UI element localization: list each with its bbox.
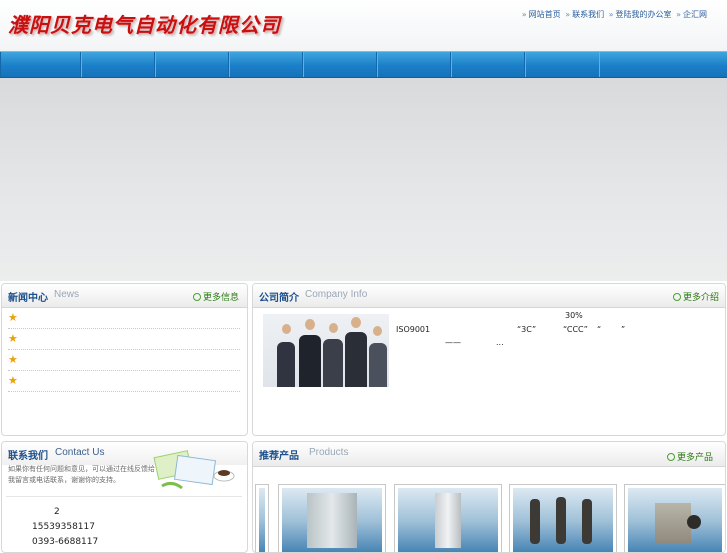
- news-subtitle: News: [54, 289, 80, 300]
- news-item[interactable]: ★: [8, 329, 240, 350]
- photo-head: [305, 319, 315, 330]
- link-separator: »: [565, 10, 571, 19]
- more-circle-icon: [672, 293, 681, 301]
- product-thumb[interactable]: [624, 484, 725, 552]
- star-icon: ★: [8, 332, 18, 345]
- photo-head: [351, 317, 361, 328]
- products-more-label: 更多产品: [676, 453, 713, 463]
- news-panel: 新闻中心 News 更多信息 ★ ★ ★ ★: [1, 283, 248, 436]
- link-separator: »: [608, 10, 614, 19]
- photo-person: [345, 332, 367, 387]
- insulator-graphic: [556, 497, 566, 544]
- nav-item[interactable]: [80, 52, 156, 77]
- star-icon: ★: [8, 353, 18, 366]
- photo-head: [373, 326, 382, 336]
- contact-title: 联系我们: [8, 451, 48, 462]
- news-item[interactable]: ★: [8, 308, 240, 329]
- star-icon: ★: [8, 374, 18, 387]
- link-qihui[interactable]: 企汇网: [683, 10, 707, 19]
- product-thumb[interactable]: [278, 484, 386, 552]
- news-title: 新闻中心: [8, 293, 48, 304]
- company-more-link[interactable]: 更多介绍: [672, 290, 719, 303]
- product-thumb[interactable]: [255, 484, 269, 552]
- link-separator: »: [676, 10, 681, 19]
- transformer-graphic: [687, 515, 701, 529]
- nav-item[interactable]: [0, 52, 82, 77]
- nav-item[interactable]: [302, 52, 378, 77]
- company-photo: [263, 314, 389, 387]
- link-home[interactable]: 网站首页: [529, 10, 561, 19]
- news-item[interactable]: ★: [8, 371, 240, 392]
- link-office[interactable]: 登陆我的办公室: [616, 10, 672, 19]
- contact-tel: 0393-6688117: [32, 537, 99, 547]
- cabinet-graphic: [435, 493, 461, 548]
- more-circle-icon: [192, 293, 201, 301]
- nav-item[interactable]: [450, 52, 526, 77]
- products-more-link[interactable]: 更多产品: [666, 450, 713, 463]
- link-contact[interactable]: 联系我们: [572, 10, 604, 19]
- photo-person: [277, 342, 295, 387]
- contact-divider: [6, 496, 242, 497]
- company-title: 公司简介: [259, 293, 299, 304]
- products-title: 推荐产品: [259, 451, 299, 462]
- intro-text: 30%: [565, 311, 583, 320]
- nav-item[interactable]: [376, 52, 452, 77]
- news-more-link[interactable]: 更多信息: [192, 290, 239, 303]
- intro-text: ...: [496, 338, 504, 347]
- more-circle-icon: [666, 453, 675, 461]
- products-subtitle: Products: [309, 447, 349, 458]
- product-thumb[interactable]: [394, 484, 502, 552]
- photo-person: [369, 343, 387, 387]
- header: 濮阳贝克电气自动化有限公司 » 网站首页 » 联系我们 » 登陆我的办公室 » 企汇网: [0, 0, 727, 52]
- site-logo[interactable]: 濮阳贝克电气自动化有限公司: [8, 9, 281, 38]
- intro-text: “CCC”: [563, 325, 588, 334]
- company-header: 公司简介 Company Info 更多介绍: [253, 284, 725, 308]
- transformer-graphic: [655, 503, 691, 543]
- nav-item[interactable]: [228, 52, 304, 77]
- news-more-label: 更多信息: [202, 293, 239, 303]
- contact-subtitle: Contact Us: [55, 447, 105, 458]
- product-image: [259, 488, 265, 552]
- intro-text: ISO9001: [396, 325, 431, 334]
- intro-text: “3C”: [517, 325, 537, 334]
- contact-panel: 联系我们 Contact Us 如果你有任何问题和意见，可以通过在线反馈给我留言…: [1, 441, 248, 553]
- intro-text: “: [597, 325, 602, 334]
- photo-person: [299, 335, 321, 387]
- intro-text: ”: [621, 325, 626, 334]
- photo-person: [323, 339, 343, 387]
- contact-line: 2: [54, 507, 60, 517]
- top-links: » 网站首页 » 联系我们 » 登陆我的办公室 » 企汇网: [520, 9, 707, 20]
- contact-phone: 15539358117: [32, 522, 95, 532]
- photo-head: [282, 324, 291, 334]
- news-header: 新闻中心 News 更多信息: [2, 284, 247, 308]
- cabinet-graphic: [307, 493, 357, 548]
- insulator-graphic: [582, 499, 592, 544]
- products-panel: 推荐产品 Products 更多产品: [252, 441, 726, 553]
- company-subtitle: Company Info: [305, 289, 368, 300]
- insulator-graphic: [530, 499, 540, 544]
- products-header: 推荐产品 Products 更多产品: [253, 442, 725, 467]
- banner: [0, 78, 727, 281]
- contact-illustration: [153, 450, 235, 490]
- intro-text: ——: [445, 338, 461, 347]
- photo-head: [329, 323, 338, 333]
- link-separator: »: [521, 10, 527, 19]
- nav-item[interactable]: [524, 52, 600, 77]
- contact-description: 如果你有任何问题和意见，可以通过在线反馈给我留言或电话联系，谢谢你的支持。: [8, 465, 155, 484]
- company-panel: 公司简介 Company Info 更多介绍 30% ISO9001 “3C” …: [252, 283, 726, 436]
- company-more-label: 更多介绍: [682, 293, 719, 303]
- nav-item[interactable]: [154, 52, 230, 77]
- news-item[interactable]: ★: [8, 350, 240, 371]
- product-thumb[interactable]: [509, 484, 617, 552]
- main-nav: [0, 51, 727, 78]
- star-icon: ★: [8, 311, 18, 324]
